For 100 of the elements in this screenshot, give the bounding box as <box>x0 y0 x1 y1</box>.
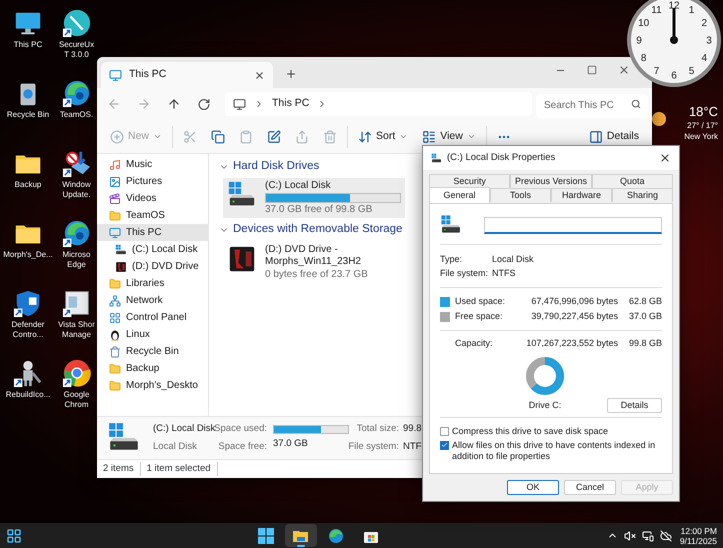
drive-icon <box>115 244 127 256</box>
desktop-shortcut[interactable]: Window Update. <box>56 148 97 218</box>
sidebar-item[interactable]: Control Panel <box>97 309 208 326</box>
desktop-shortcut[interactable]: This PC <box>0 8 56 78</box>
cloud-off-icon[interactable] <box>660 530 672 542</box>
clock-numeral: 1 <box>688 5 694 16</box>
sidebar-item[interactable]: Videos <box>97 190 208 207</box>
field-label: Space free: <box>218 440 267 454</box>
dialog-tab[interactable]: Quota <box>592 174 673 188</box>
close-tab-icon[interactable] <box>254 70 265 80</box>
dialog-tab[interactable]: Tools <box>490 188 551 202</box>
checkmark-icon <box>441 441 448 449</box>
view-button[interactable]: View <box>415 124 483 150</box>
clock-numeral: 8 <box>640 53 646 64</box>
browser-swirl-icon <box>328 528 344 544</box>
dialog-tab[interactable]: Security <box>429 174 510 188</box>
status-text: 2 items <box>97 462 141 476</box>
field-label: File system: <box>440 267 490 280</box>
drive-caption: Drive C: <box>528 399 562 412</box>
desktop-shortcut[interactable]: Recycle Bin <box>0 78 56 148</box>
dialog-tab[interactable]: Previous Versions <box>510 174 592 188</box>
video-icon <box>109 192 121 204</box>
details-button[interactable]: Details <box>582 124 646 150</box>
music-note-icon <box>109 158 121 170</box>
address-bar[interactable]: This PC <box>225 92 532 116</box>
delete-icon <box>323 130 338 144</box>
checkbox[interactable] <box>440 440 449 450</box>
sort-button[interactable]: Sort <box>351 124 416 150</box>
taskbar-button[interactable] <box>284 524 317 547</box>
temperature: 18°C <box>688 104 718 120</box>
clock-area[interactable]: 12:00 PM 9/11/2025 <box>680 526 717 546</box>
drive-tile[interactable]: (D:) DVD Drive - Morphs_Win11_23H2 0 bytes free of 23.7 GB <box>223 242 405 282</box>
sidebar-item[interactable]: Backup <box>97 360 208 377</box>
share-icon <box>295 130 310 144</box>
drive-name: (D:) DVD Drive - Morphs_Win11_23H2 <box>265 244 362 268</box>
desktop-shortcut[interactable]: SecureUxT 3.0.0 <box>56 8 97 78</box>
desktop-shortcut[interactable]: Microso Edge <box>56 218 97 288</box>
monitor-icon <box>109 226 121 238</box>
close-icon[interactable] <box>659 152 671 164</box>
dialog-tab[interactable]: General <box>429 187 490 203</box>
desktop-shortcut[interactable]: RebuildIco... <box>0 358 56 428</box>
checkbox[interactable] <box>440 426 449 436</box>
sidebar-item[interactable]: Morph's_Deskto <box>97 377 208 394</box>
penguin-icon <box>109 328 121 340</box>
drive-tile[interactable]: (C:) Local Disk 37.0 GB free of 99.8 GB <box>223 178 405 218</box>
sidebar-item[interactable]: Libraries <box>97 275 208 292</box>
folder-icon <box>109 362 121 374</box>
field-label: Space used: <box>214 422 267 436</box>
control-panel-icon <box>109 312 121 324</box>
search-field[interactable]: Search This PC <box>536 94 648 118</box>
field-label: Total size: <box>356 422 399 436</box>
active-indicator <box>296 545 305 547</box>
drive-name-field[interactable] <box>484 216 662 234</box>
field-label: File system: <box>348 440 399 454</box>
file-system-value: NTF <box>403 440 422 454</box>
free-space-text: 0 bytes free of 23.7 GB <box>265 268 369 280</box>
widgets-icon[interactable] <box>6 528 22 544</box>
sidebar-item[interactable]: Linux <box>97 326 208 343</box>
sidebar-item[interactable]: Recycle Bin <box>97 343 208 360</box>
cut-icon <box>183 130 198 144</box>
group-heading: Hard Disk Drives <box>233 159 320 174</box>
speaker-muted-icon[interactable] <box>624 530 636 542</box>
field-value: Local Disk <box>492 253 534 266</box>
browser-tab[interactable]: This PC <box>101 62 273 88</box>
sidebar-item[interactable]: Network <box>97 292 208 309</box>
sidebar-item[interactable]: (D:) DVD Drive <box>97 258 208 275</box>
devices-icon[interactable] <box>642 530 654 542</box>
desktop-shortcut[interactable]: Morph's_De... <box>0 218 56 288</box>
sidebar-item[interactable]: Music <box>97 156 208 173</box>
dialog-title: (C:) Local Disk Properties <box>447 150 556 165</box>
folder-icon <box>109 278 121 290</box>
desktop-shortcut[interactable]: Google Chrom <box>56 358 97 428</box>
field-label: Type: <box>440 253 464 266</box>
details-pane-icon <box>588 130 603 144</box>
breadcrumb[interactable]: This PC <box>272 96 310 112</box>
clock-hands <box>670 8 678 44</box>
desktop-shortcut[interactable]: Backup <box>0 148 56 218</box>
size-value: 62.8 GB <box>628 294 662 308</box>
plus-icon <box>110 130 124 144</box>
option-label: Allow files on this drive to have contents indexed in addition to file properties <box>452 440 656 462</box>
sidebar-item[interactable]: (C:) Local Disk <box>97 241 208 258</box>
dialog-button[interactable]: OK <box>507 480 559 495</box>
dialog-tab[interactable]: Hardware <box>551 188 612 202</box>
dialog-tab[interactable]: Sharing <box>612 188 673 202</box>
desktop-shortcut[interactable]: Vista Shor Manage <box>56 288 97 358</box>
clock-numeral: 12 <box>668 0 680 12</box>
caret-icon <box>153 132 162 141</box>
drive-name: (C:) Local Disk <box>265 180 332 192</box>
sidebar-item[interactable]: Pictures <box>97 173 208 190</box>
new-tab-icon[interactable] <box>285 68 297 80</box>
recycle-bin-icon <box>109 346 121 358</box>
desktop-shortcut[interactable]: Defender Contro... <box>0 288 56 358</box>
desktop-shortcut[interactable]: TeamOS. <box>56 78 97 148</box>
sidebar-item[interactable]: TeamOS <box>97 207 208 224</box>
monitor-icon <box>233 98 246 110</box>
details-button[interactable]: Details <box>607 398 662 412</box>
clock-numeral: 10 <box>638 18 650 29</box>
city-name: New York <box>684 131 718 142</box>
dialog-button[interactable]: Cancel <box>564 480 616 495</box>
sidebar-item[interactable]: This PC <box>97 224 208 241</box>
